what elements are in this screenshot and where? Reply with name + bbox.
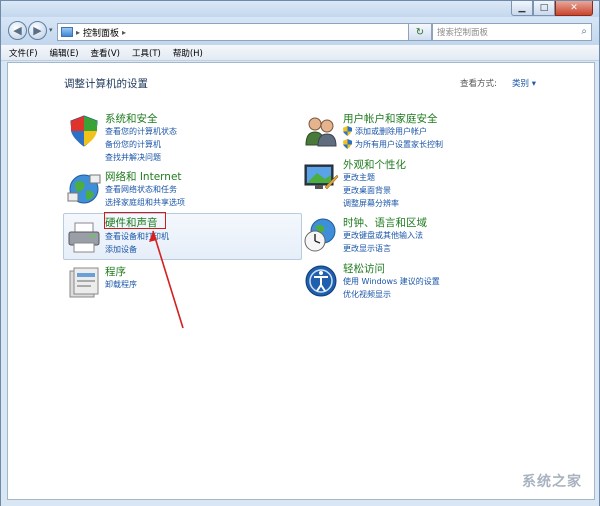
category-clock-language-region[interactable]: 时钟、语言和区域 <box>343 215 427 230</box>
watermark: 系统之家 <box>522 474 582 490</box>
search-input[interactable]: 搜索控制面板 ⌕ <box>432 23 592 41</box>
category-system-security[interactable]: 系统和安全 <box>105 111 158 126</box>
network-globe-icon <box>67 174 101 204</box>
uac-shield-icon <box>343 139 352 149</box>
link-desktop-background[interactable]: 更改桌面背景 <box>343 185 391 196</box>
page-title: 调整计算机的设置 <box>64 78 148 90</box>
link-display-language[interactable]: 更改显示语言 <box>343 243 391 254</box>
category-network-internet[interactable]: 网络和 Internet <box>105 169 182 184</box>
category-programs[interactable]: 程序 <box>105 264 126 279</box>
status-bar <box>1 500 599 506</box>
view-by-dropdown[interactable]: 类别 ▾ <box>512 77 536 89</box>
history-dropdown-icon[interactable]: ▾ <box>49 26 53 34</box>
forward-button[interactable]: ▶ <box>28 21 47 40</box>
control-panel-icon <box>61 27 73 37</box>
menu-bar: 文件(F) 编辑(E) 查看(V) 工具(T) 帮助(H) <box>1 45 599 61</box>
breadcrumb-chevron-icon[interactable]: ▸ <box>76 28 80 37</box>
link-change-keyboard[interactable]: 更改键盘或其他输入法 <box>343 230 423 241</box>
refresh-icon: ↻ <box>415 26 425 38</box>
category-appearance[interactable]: 外观和个性化 <box>343 157 406 172</box>
system-security-icon <box>70 115 98 147</box>
category-ease-of-access[interactable]: 轻松访问 <box>343 261 385 276</box>
minimize-button[interactable]: ▁ <box>511 1 533 16</box>
menu-file[interactable]: 文件(F) <box>9 47 38 59</box>
link-optimize-video[interactable]: 优化视频显示 <box>343 289 391 300</box>
appearance-icon <box>304 164 339 190</box>
annotation-arrow <box>149 230 184 329</box>
link-network-status[interactable]: 查看网络状态和任务 <box>105 184 177 195</box>
link-change-theme[interactable]: 更改主题 <box>343 172 375 183</box>
ease-of-access-icon <box>305 265 337 297</box>
clock-globe-icon <box>304 218 336 252</box>
category-user-accounts[interactable]: 用户帐户和家庭安全 <box>343 111 438 126</box>
link-uninstall-program[interactable]: 卸载程序 <box>105 279 137 290</box>
printer-icon <box>68 222 100 253</box>
link-add-remove-users[interactable]: 添加或删除用户帐户 <box>355 126 427 137</box>
close-button[interactable]: ✕ <box>555 1 593 16</box>
link-parental-controls[interactable]: 为所有用户设置家长控制 <box>355 139 443 150</box>
address-bar[interactable]: ▸ 控制面板 ▸ ▾ <box>57 23 423 41</box>
menu-tools[interactable]: 工具(T) <box>132 47 161 59</box>
view-by-label: 查看方式: <box>460 79 497 89</box>
menu-edit[interactable]: 编辑(E) <box>50 47 79 59</box>
search-placeholder: 搜索控制面板 <box>437 28 489 38</box>
maximize-button[interactable]: □ <box>533 1 555 16</box>
link-screen-resolution[interactable]: 调整屏幕分辨率 <box>343 198 399 209</box>
back-button[interactable]: ◀ <box>8 21 27 40</box>
breadcrumb-chevron-icon[interactable]: ▸ <box>122 28 126 37</box>
link-view-computer-status[interactable]: 查看您的计算机状态 <box>105 126 177 137</box>
title-bar: ▁ □ ✕ <box>1 1 599 17</box>
search-icon[interactable]: ⌕ <box>581 26 587 37</box>
main-content: 调整计算机的设置 查看方式: 类别 ▾ 系统和安全 查看您的计算机状态 备份您的… <box>7 62 595 500</box>
forward-arrow-icon: ▶ <box>33 24 42 37</box>
programs-icon <box>69 267 99 298</box>
caption-buttons: ▁ □ ✕ <box>511 1 593 16</box>
refresh-button[interactable]: ↻ <box>408 23 432 41</box>
link-add-device[interactable]: 添加设备 <box>105 244 137 255</box>
link-troubleshoot[interactable]: 查找并解决问题 <box>105 152 161 163</box>
menu-help[interactable]: 帮助(H) <box>173 47 203 59</box>
control-panel-window: ▁ □ ✕ ◀ ▶ ▾ ▸ 控制面板 ▸ ▾ ↻ 搜索控制面板 ⌕ 文件(F) … <box>0 0 600 506</box>
address-row: ◀ ▶ ▾ ▸ 控制面板 ▸ ▾ ↻ 搜索控制面板 ⌕ <box>1 17 599 45</box>
link-windows-recommended[interactable]: 使用 Windows 建议的设置 <box>343 276 440 287</box>
back-arrow-icon: ◀ <box>13 24 22 37</box>
link-backup-computer[interactable]: 备份您的计算机 <box>105 139 161 150</box>
uac-shield-icon <box>343 126 352 136</box>
link-homegroup[interactable]: 选择家庭组和共享选项 <box>105 197 185 208</box>
menu-view[interactable]: 查看(V) <box>91 47 120 59</box>
user-accounts-icon <box>305 117 337 147</box>
breadcrumb[interactable]: 控制面板 <box>83 26 119 39</box>
